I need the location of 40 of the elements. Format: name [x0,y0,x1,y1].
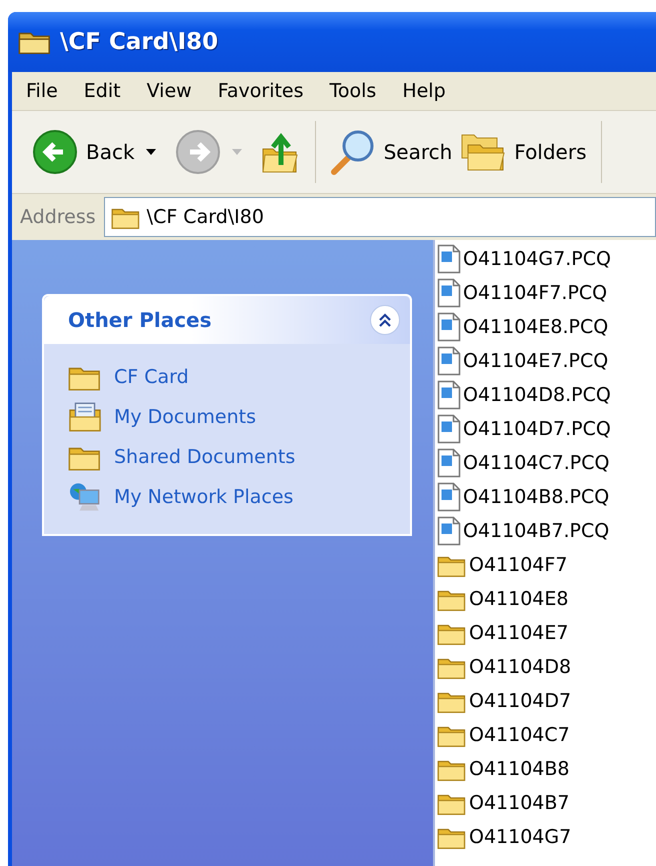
directory-entry[interactable]: O41104D8 [435,650,572,684]
address-field[interactable]: \CF Card\I80 [104,197,656,237]
back-button[interactable]: Back [28,129,139,175]
place-link[interactable]: My Documents [114,406,256,428]
menu-item[interactable]: View [146,80,192,102]
directory-entry[interactable]: O41104D8.PCQ [435,378,611,412]
folders-button[interactable]: Folders [456,131,591,173]
directory-entry[interactable]: O41104F7.PCQ [435,276,608,310]
collapse-button[interactable] [370,305,400,335]
directory-entry[interactable]: O41104E8 [435,582,568,616]
directory-entry[interactable]: O41104G7.PCQ [435,242,611,276]
place-link[interactable]: Shared Documents [114,446,296,468]
directory-entry[interactable]: O41104B8 [435,752,570,786]
directory-entry[interactable]: O41104B7 [435,786,570,820]
directory-entry[interactable]: O41104E7 [435,616,568,650]
directory-entry[interactable]: O41104B8.PCQ [435,480,610,514]
documents-icon [68,402,102,432]
search-button[interactable]: Search [324,128,456,176]
address-label: Address [20,206,96,228]
window-title: \CF Card\I80 [60,29,218,55]
directory-entry[interactable]: O41104E7.PCQ [435,344,608,378]
place-link[interactable]: My Network Places [114,486,294,508]
menu-item[interactable]: File [26,80,58,102]
directory-entry[interactable]: O41104G7 [435,820,572,854]
directory-entry[interactable]: O41104D7.PCQ [435,412,611,446]
caret-icon[interactable] [144,148,157,156]
directory-entry[interactable]: O41104C7.PCQ [435,446,610,480]
menu-item[interactable]: Help [402,80,446,102]
place-link[interactable]: CF Card [114,366,189,388]
directory-entry[interactable]: O41104C7 [435,718,570,752]
chevrons-icon [378,313,392,327]
directory-entry[interactable]: O41104E8.PCQ [435,310,608,344]
directory-entry[interactable]: O41104B7.PCQ [435,514,610,548]
network-computer-icon [68,482,102,512]
directory-entry[interactable]: O41104F7 [435,548,568,582]
menu-item[interactable]: Favorites [218,80,304,102]
menu-item[interactable]: Edit [84,80,121,102]
directory-entry[interactable]: O41104D7 [435,684,572,718]
menu-item[interactable]: Tools [330,80,376,102]
panel-title: Other Places [68,308,212,332]
